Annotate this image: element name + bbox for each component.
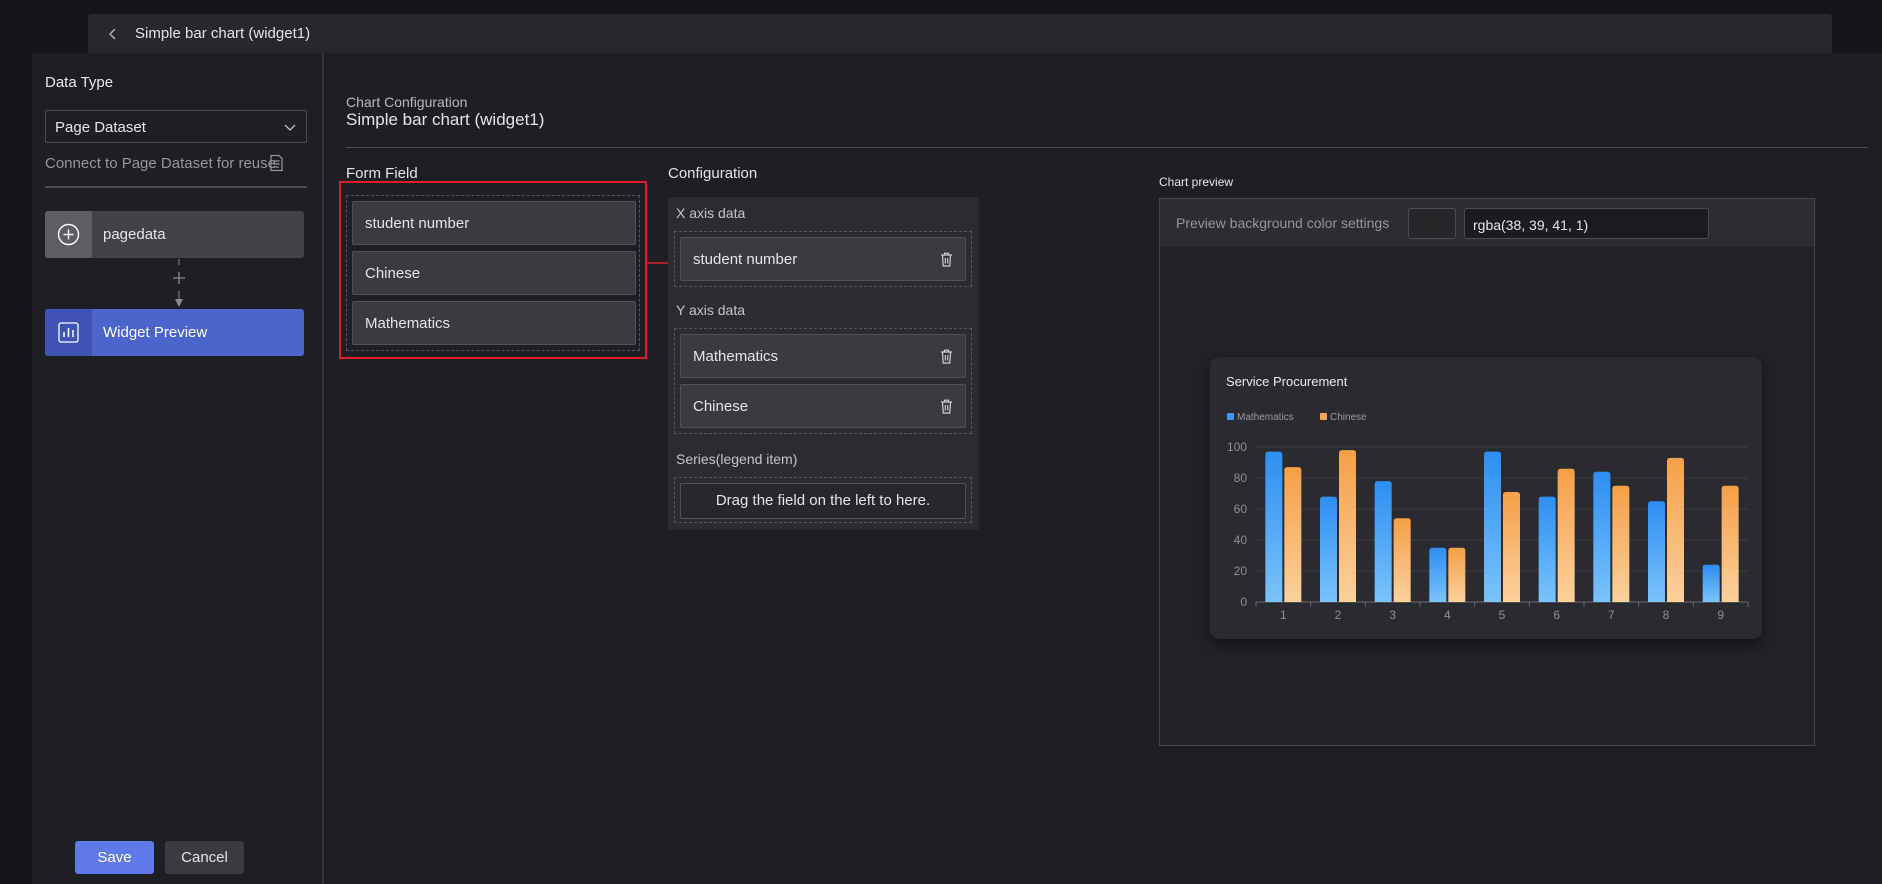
bg-settings-bar: Preview background color settings rgba(3… xyxy=(1160,199,1814,247)
y-tick-label: 80 xyxy=(1234,471,1248,485)
header-divider xyxy=(346,147,1868,148)
bar-mathematics xyxy=(1320,496,1337,602)
node-pagedata[interactable]: pagedata xyxy=(45,211,304,258)
y-tick-label: 0 xyxy=(1240,595,1247,609)
trash-icon[interactable] xyxy=(940,252,953,267)
bar-mathematics xyxy=(1374,481,1392,602)
bar-chinese xyxy=(1393,518,1411,602)
form-field-item[interactable]: student number xyxy=(352,201,636,245)
bar-chart: 0 20 40 60 80 100 1 2 3 4 5 6 7 8 9 xyxy=(1227,440,1749,622)
bar-mathematics xyxy=(1265,451,1283,602)
x-axis-label: X axis data xyxy=(676,205,746,221)
form-field-item-label: Mathematics xyxy=(365,315,451,332)
x-tick-label: 3 xyxy=(1389,608,1396,622)
form-field-highlight: student number Chinese Mathematics xyxy=(339,181,647,359)
form-field-item[interactable]: Mathematics xyxy=(352,301,636,345)
node-label: Widget Preview xyxy=(103,324,208,341)
x-tick-label: 4 xyxy=(1444,608,1451,622)
data-type-label: Data Type xyxy=(45,74,114,91)
x-axis-item[interactable]: student number xyxy=(680,237,966,281)
cancel-button[interactable]: Cancel xyxy=(165,841,244,874)
y-axis-drop-zone[interactable]: Mathematics Chinese xyxy=(674,328,972,434)
dataset-select[interactable]: Page Dataset xyxy=(45,110,307,143)
main-panel: Data Type Page Dataset Connect to Page D… xyxy=(32,53,1882,884)
bg-color-input[interactable]: rgba(38, 39, 41, 1) xyxy=(1464,208,1709,239)
bar-chinese xyxy=(1503,491,1520,602)
bar-chinese xyxy=(1721,485,1739,602)
x-axis-item-label: student number xyxy=(693,251,798,268)
y-axis-label: Y axis data xyxy=(676,302,746,318)
series-drop-zone[interactable]: Drag the field on the left to here. xyxy=(674,477,972,523)
trash-icon[interactable] xyxy=(940,399,953,414)
form-field-item-label: student number xyxy=(365,215,470,232)
bar-mathematics xyxy=(1648,501,1665,602)
bar-mathematics xyxy=(1484,451,1501,602)
node-widget-preview[interactable]: Widget Preview xyxy=(45,309,304,356)
x-tick-label: 2 xyxy=(1335,608,1342,622)
bar-chinese xyxy=(1667,457,1684,602)
y-axis-item[interactable]: Mathematics xyxy=(680,334,966,378)
bar-chinese xyxy=(1339,450,1356,602)
bar-mathematics xyxy=(1538,496,1556,602)
y-axis-item-label: Mathematics xyxy=(693,348,779,365)
series-placeholder: Drag the field on the left to here. xyxy=(680,483,966,519)
form-field-list: student number Chinese Mathematics xyxy=(346,195,640,351)
form-field-item-label: Chinese xyxy=(365,265,421,282)
chevron-down-icon xyxy=(284,124,296,131)
x-tick-label: 5 xyxy=(1499,608,1506,622)
sidebar: Data Type Page Dataset Connect to Page D… xyxy=(32,53,324,884)
bar-mathematics xyxy=(1429,547,1447,602)
x-axis-drop-zone[interactable]: student number xyxy=(674,231,972,287)
node-label: pagedata xyxy=(103,226,166,243)
series-label: Series(legend item) xyxy=(676,451,798,467)
bg-color-value: rgba(38, 39, 41, 1) xyxy=(1473,217,1589,233)
chart-icon xyxy=(58,322,79,343)
y-tick-label: 20 xyxy=(1234,564,1248,578)
bar-chinese xyxy=(1612,485,1630,602)
y-axis-item-label: Chinese xyxy=(693,398,749,415)
window-title: Simple bar chart (widget1) xyxy=(135,25,311,42)
x-tick-label: 1 xyxy=(1280,608,1287,622)
bar-mathematics xyxy=(1593,471,1611,602)
document-icon[interactable] xyxy=(269,154,284,172)
node-pagedata-icon-box xyxy=(45,211,92,258)
x-tick-label: 7 xyxy=(1608,608,1615,622)
chart-preview-frame: Preview background color settings rgba(3… xyxy=(1159,198,1815,746)
color-swatch[interactable] xyxy=(1408,208,1456,239)
connector-icon xyxy=(173,259,185,307)
sidebar-divider xyxy=(45,186,307,188)
chart-preview-label: Chart preview xyxy=(1159,175,1234,189)
x-tick-label: 6 xyxy=(1553,608,1560,622)
bar-chinese xyxy=(1557,468,1575,602)
bar-chinese xyxy=(1448,547,1466,602)
trash-icon[interactable] xyxy=(940,349,953,364)
back-arrow-icon[interactable] xyxy=(106,27,120,41)
configuration-label: Configuration xyxy=(668,165,758,182)
form-field-label: Form Field xyxy=(346,165,418,182)
form-field-item[interactable]: Chinese xyxy=(352,251,636,295)
reuse-hint: Connect to Page Dataset for reuse. xyxy=(45,155,281,172)
bar-chinese xyxy=(1284,467,1302,602)
bg-settings-label: Preview background color settings xyxy=(1176,215,1390,231)
dataset-select-value: Page Dataset xyxy=(55,119,146,136)
y-tick-label: 40 xyxy=(1234,533,1248,547)
y-tick-label: 60 xyxy=(1234,502,1248,516)
bar-mathematics xyxy=(1702,564,1720,602)
save-button[interactable]: Save xyxy=(75,841,154,874)
title-bar: Simple bar chart (widget1) xyxy=(88,14,1832,54)
x-tick-label: 8 xyxy=(1663,608,1670,622)
y-tick-label: 100 xyxy=(1227,440,1247,454)
node-preview-icon-box xyxy=(45,309,92,356)
config-title: Simple bar chart (widget1) xyxy=(346,110,545,129)
configuration-panel: X axis data student number Y axis data M… xyxy=(668,197,979,530)
plus-circle-icon xyxy=(57,223,80,246)
y-axis-item[interactable]: Chinese xyxy=(680,384,966,428)
config-heading: Chart Configuration xyxy=(346,94,468,110)
chart-card: Service Procurement Mathematics Chinese xyxy=(1210,357,1762,639)
x-tick-label: 9 xyxy=(1717,608,1724,622)
